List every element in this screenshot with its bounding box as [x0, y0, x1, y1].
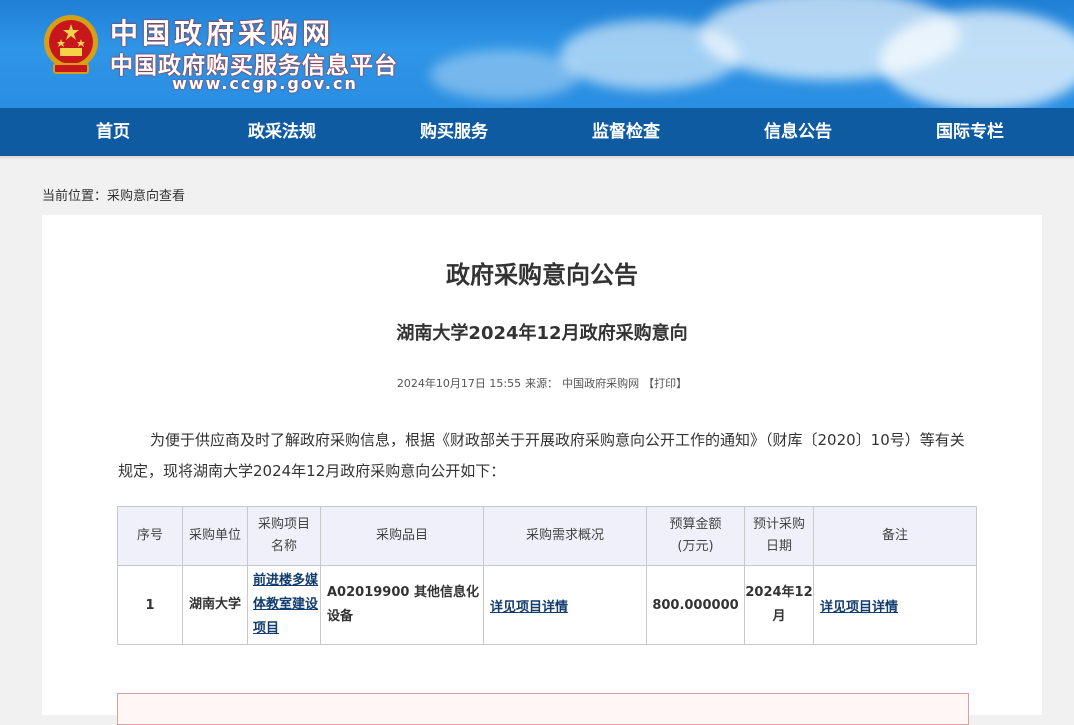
breadcrumb-current[interactable]: 采购意向查看	[107, 189, 185, 204]
cell-category: A02019900 其他信息化设备	[320, 565, 484, 645]
col-header-remark: 备注	[813, 506, 977, 566]
nav-item-services[interactable]: 购买服务	[368, 108, 540, 156]
breadcrumb-prefix: 当前位置：	[42, 189, 108, 204]
col-header-date: 预计采购日期	[744, 506, 814, 566]
cell-date: 2024年12月	[744, 565, 814, 645]
col-header-budget: 预算金额(万元)	[646, 506, 745, 566]
cell-index: 1	[117, 565, 183, 645]
content-panel: 政府采购意向公告 湖南大学2024年12月政府采购意向 2024年10月17日 …	[42, 215, 1042, 725]
nav-item-international[interactable]: 国际专栏	[884, 108, 1056, 156]
cell-project: 前进楼多媒体教室建设项目	[247, 565, 321, 645]
page-title: 政府采购意向公告	[446, 261, 638, 289]
table-header-row: 序号 采购单位 采购项目名称 采购品目 采购需求概况 预算金额(万元) 预计采购…	[117, 506, 977, 566]
publish-datetime: 2024年10月17日 15:55	[396, 377, 522, 390]
intro-paragraph: 为便于供应商及时了解政府采购信息，根据《财政部关于开展政府采购意向公开工作的通知…	[118, 431, 965, 480]
banner-cloud	[880, 10, 1074, 108]
page-subtitle: 湖南大学2024年12月政府采购意向	[396, 323, 688, 344]
notice-box	[117, 693, 969, 725]
print-link[interactable]: 【打印】	[643, 377, 687, 390]
article-meta: 2024年10月17日 15:55 来源： 中国政府采购网 【打印】	[42, 375, 1042, 391]
col-header-project: 采购项目名称	[247, 506, 321, 566]
project-link[interactable]: 前进楼多媒体教室建设项目	[253, 573, 318, 636]
nav-item-regulations[interactable]: 政采法规	[196, 108, 368, 156]
source-name: 中国政府采购网	[562, 377, 640, 390]
remark-details-link[interactable]: 详见项目详情	[820, 600, 898, 615]
col-header-demand: 采购需求概况	[483, 506, 647, 566]
col-header-unit: 采购单位	[182, 506, 248, 566]
nav-item-supervision[interactable]: 监督检查	[540, 108, 712, 156]
nav-shadow	[0, 156, 1074, 160]
cell-unit: 湖南大学	[182, 565, 248, 645]
demand-details-link[interactable]: 详见项目详情	[490, 600, 568, 615]
col-header-category: 采购品目	[320, 506, 484, 566]
cell-budget: 800.000000	[646, 565, 745, 645]
cell-remark: 详见项目详情	[813, 565, 977, 645]
main-nav: 首页 政采法规 购买服务 监督检查 信息公告 国际专栏	[0, 108, 1074, 156]
intent-table: 序号 采购单位 采购项目名称 采购品目 采购需求概况 预算金额(万元) 预计采购…	[117, 506, 977, 645]
banner-cloud	[430, 50, 580, 100]
nav-item-home[interactable]: 首页	[0, 108, 196, 156]
breadcrumb: 当前位置：采购意向查看	[42, 185, 185, 204]
national-emblem-icon	[44, 15, 98, 74]
cell-demand: 详见项目详情	[483, 565, 647, 645]
site-url: www.ccgp.gov.cn	[172, 74, 358, 93]
nav-item-notices[interactable]: 信息公告	[712, 108, 884, 156]
site-banner: 中国政府采购网 中国政府购买服务信息平台 www.ccgp.gov.cn	[0, 0, 1074, 108]
col-header-index: 序号	[117, 506, 183, 566]
table-row: 1 湖南大学 前进楼多媒体教室建设项目 A02019900 其他信息化设备 详见…	[117, 565, 977, 645]
source-label: 来源：	[525, 377, 559, 390]
